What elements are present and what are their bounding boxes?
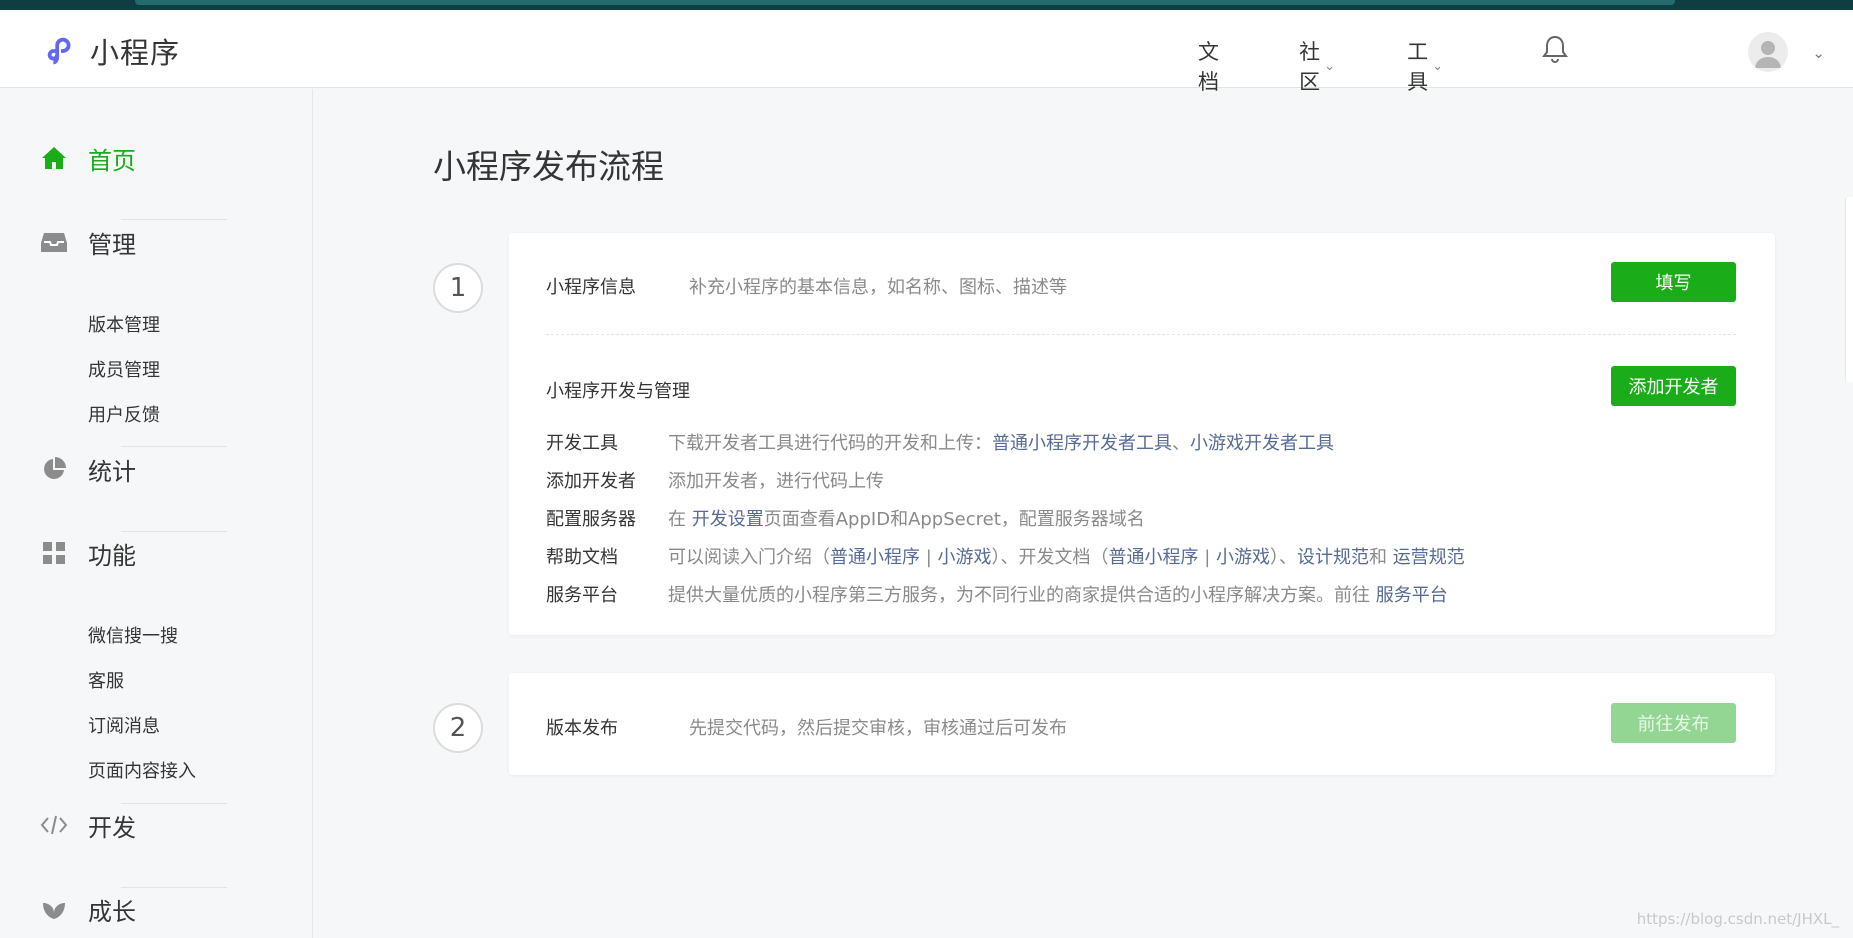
sidebar: 首页 管理 版本管理 成员管理 用户反馈 统计 功能 微信搜一搜 客服 订阅消息… [0,89,313,938]
link-operation-guidelines[interactable]: 运营规范 [1393,547,1465,568]
step-number-2: 2 [433,703,483,753]
version-release-label: 版本发布 [546,718,618,739]
link-dev-settings[interactable]: 开发设置 [692,509,764,530]
sidebar-item-manage[interactable]: 管理 [40,228,136,259]
nav-community-label: 社区 [1299,40,1321,94]
browser-top-strip-inner [135,0,1675,5]
sidebar-divider [121,446,227,447]
watermark: https://blog.csdn.net/JHXL_ [1636,910,1839,928]
row-service-platform-text: 提供大量优质的小程序第三方服务，为不同行业的商家提供合适的小程序解决方案。前往 [668,585,1376,606]
avatar-chevron-down-icon[interactable]: ⌄ [1812,44,1825,62]
sidebar-divider [121,531,227,532]
row-config-server-post: 页面查看AppID和AppSecret，配置服务器域名 [763,509,1145,530]
sidebar-subitem-subscribe-messages[interactable]: 订阅消息 [88,712,160,738]
chevron-down-icon: ⌄ [1324,58,1335,74]
add-developer-button[interactable]: 添加开发者 [1611,366,1736,406]
app-name: 小程序 [90,36,181,70]
sidebar-subitem-customer-service[interactable]: 客服 [88,667,124,693]
grid-icon [40,539,68,567]
sidebar-subitem-feedback[interactable]: 用户反馈 [88,401,160,427]
miniprogram-info-label: 小程序信息 [546,277,636,298]
sidebar-divider [121,219,227,220]
row-dev-tools: 开发工具 下载开发者工具进行代码的开发和上传：普通小程序开发者工具、小游戏开发者工… [546,429,1334,455]
link-minigame-devtools[interactable]: 小游戏开发者工具 [1190,433,1334,454]
sidebar-divider [121,803,227,804]
leaf-icon [40,895,68,923]
miniprogram-logo-icon [47,37,71,65]
code-icon [40,811,68,839]
miniprogram-info-desc: 补充小程序的基本信息，如名称、图标、描述等 [689,277,1067,298]
sidebar-subitem-wechat-search[interactable]: 微信搜一搜 [88,622,178,648]
nav-docs-label: 文档 [1198,40,1219,94]
dev-manage-title: 小程序开发与管理 [546,381,690,402]
help-text-2: ）、开发文档（ [991,547,1109,568]
sidebar-item-manage-label: 管理 [88,230,136,259]
help-text-3: ）、 [1270,547,1298,568]
help-text-1: 可以阅读入门介绍（ [668,547,830,568]
row-add-developer-key: 添加开发者 [546,471,636,492]
brand[interactable]: 小程序 [42,30,180,72]
row-service-platform-key: 服务平台 [546,585,618,606]
link-normal-devtools[interactable]: 普通小程序开发者工具 [992,433,1172,454]
page-title: 小程序发布流程 [433,147,664,186]
sidebar-item-home-label: 首页 [88,146,136,175]
sidebar-item-growth-label: 成长 [88,897,136,926]
version-release-desc: 先提交代码，然后提交审核，审核通过后可发布 [689,718,1067,739]
section-divider [546,334,1736,335]
step-number-1: 1 [433,263,483,313]
fill-button[interactable]: 填写 [1611,262,1736,302]
row-add-developer: 添加开发者 添加开发者，进行代码上传 [546,467,884,493]
sidebar-subitem-page-content[interactable]: 页面内容接入 [88,757,196,783]
row-dev-tools-text: 下载开发者工具进行代码的开发和上传： [668,433,992,454]
separator: 、 [1172,433,1190,454]
row-dev-tools-key: 开发工具 [546,433,618,454]
link-design-guidelines[interactable]: 设计规范 [1297,547,1369,568]
row-config-server-pre: 在 [668,509,692,530]
sidebar-item-stats-label: 统计 [88,457,136,486]
sidebar-subitem-version[interactable]: 版本管理 [88,311,160,337]
link-intro-miniprogram[interactable]: 普通小程序 [830,547,920,568]
sidebar-subitem-members[interactable]: 成员管理 [88,356,160,382]
row-config-server: 配置服务器 在 开发设置页面查看AppID和AppSecret，配置服务器域名 [546,505,1145,531]
row-add-developer-text: 添加开发者，进行代码上传 [668,471,884,492]
sidebar-item-growth[interactable]: 成长 [40,895,136,926]
link-docs-minigame[interactable]: 小游戏 [1216,547,1270,568]
link-intro-minigame[interactable]: 小游戏 [938,547,992,568]
step2-card: 版本发布 先提交代码，然后提交审核，审核通过后可发布 前往发布 [509,673,1775,775]
sidebar-item-features-label: 功能 [88,541,136,570]
nav-tools-label: 工具 [1407,40,1429,94]
chevron-down-icon: ⌄ [1432,58,1443,74]
sidebar-item-dev[interactable]: 开发 [40,811,136,842]
help-text-4: 和 [1369,547,1393,568]
sidebar-divider [121,887,227,888]
go-publish-button[interactable]: 前往发布 [1611,703,1736,743]
nav-tools[interactable]: 工具 ⌄ [1407,36,1443,96]
sidebar-item-dev-label: 开发 [88,813,136,842]
link-service-platform[interactable]: 服务平台 [1376,585,1448,606]
sidebar-item-features[interactable]: 功能 [40,539,136,570]
link-docs-miniprogram[interactable]: 普通小程序 [1109,547,1199,568]
top-bar: 小程序 文档 社区 ⌄ 工具 ⌄ ⌄ [0,10,1853,94]
row-service-platform: 服务平台 提供大量优质的小程序第三方服务，为不同行业的商家提供合适的小程序解决方案… [546,581,1448,607]
side-panel-edge [1845,197,1853,382]
bell-icon[interactable] [1541,34,1569,64]
pie-chart-icon [40,455,68,483]
home-icon [40,144,68,172]
help-sep-2: | [1198,547,1217,568]
nav-docs[interactable]: 文档 [1198,36,1219,96]
inbox-icon [40,228,68,256]
nav-community[interactable]: 社区 ⌄ [1299,36,1335,96]
row-config-server-key: 配置服务器 [546,509,636,530]
avatar[interactable] [1748,32,1788,72]
browser-top-strip [0,0,1853,10]
sidebar-item-home[interactable]: 首页 [40,144,136,175]
row-help-docs-key: 帮助文档 [546,547,618,568]
user-icon [1755,41,1781,68]
sidebar-item-stats[interactable]: 统计 [40,455,136,486]
row-help-docs: 帮助文档 可以阅读入门介绍（普通小程序 | 小游戏）、开发文档（普通小程序 | 小… [546,543,1465,569]
help-sep-1: | [920,547,938,568]
